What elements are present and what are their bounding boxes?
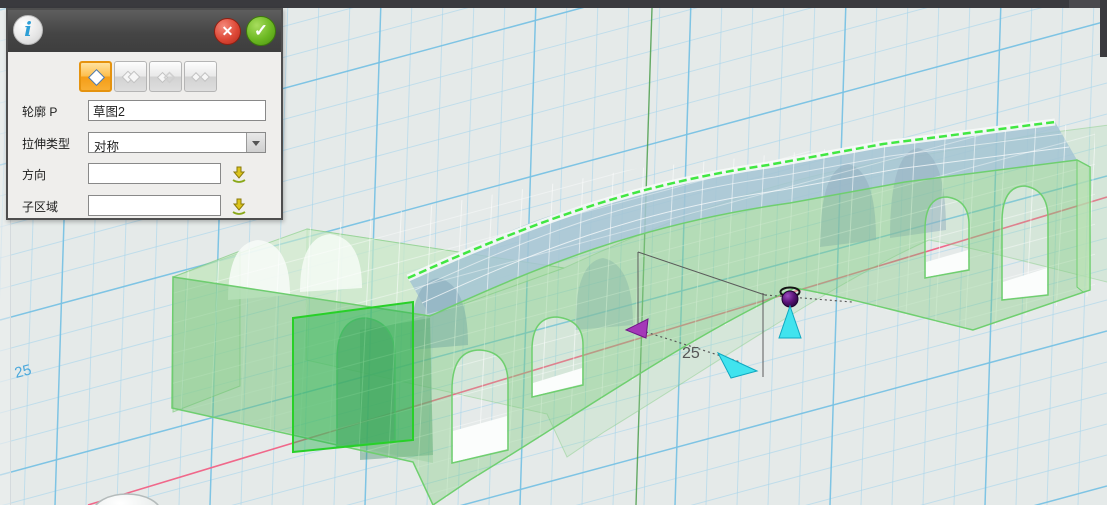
extrude-type-solid-button[interactable] <box>79 61 112 92</box>
pick-arrow-icon <box>229 164 249 184</box>
direction-pick-button[interactable] <box>229 164 249 184</box>
solid-diamond-icon <box>85 66 107 88</box>
extrude-type-value: 对称 <box>94 136 119 155</box>
extrude-type-toolbar <box>79 61 217 92</box>
right-edge-strip <box>1100 0 1107 57</box>
grid-scale-label: 25 <box>13 361 33 382</box>
subregion-input[interactable] <box>88 195 221 216</box>
hybrid-diamond-icon <box>155 66 177 88</box>
extrude-dialog: i ✕ ✓ 轮廓 P <box>6 8 283 220</box>
direction-field-label: 方向 <box>22 166 46 183</box>
chevron-down-icon <box>252 141 260 146</box>
dropdown-button[interactable] <box>246 133 265 152</box>
cancel-button[interactable]: ✕ <box>214 18 241 45</box>
double-diamond-icon <box>120 66 142 88</box>
subregion-field-label: 子区域 <box>22 198 58 215</box>
direction-input[interactable] <box>88 163 221 184</box>
extrude-type-hybrid-button[interactable] <box>149 61 182 92</box>
sketch-section-plane[interactable] <box>293 302 413 452</box>
dialog-titlebar[interactable]: i ✕ ✓ <box>8 10 281 52</box>
extrude-type-split-button[interactable] <box>184 61 217 92</box>
split-diamond-icon <box>190 66 212 88</box>
top-window-bar <box>0 0 1069 8</box>
pick-arrow-icon <box>229 196 249 216</box>
profile-input[interactable] <box>88 100 266 121</box>
profile-field-label: 轮廓 P <box>22 103 57 120</box>
info-icon[interactable]: i <box>13 15 43 45</box>
extrude-type-label: 拉伸类型 <box>22 135 70 152</box>
origin-ball[interactable] <box>93 494 161 505</box>
extrude-type-dropdown[interactable]: 对称 <box>88 132 266 153</box>
subregion-pick-button[interactable] <box>229 196 249 216</box>
dimension-value: 25 <box>682 345 700 362</box>
extrude-type-double-button[interactable] <box>114 61 147 92</box>
confirm-button[interactable]: ✓ <box>246 16 276 46</box>
bridge-right-endcap <box>1077 160 1090 292</box>
